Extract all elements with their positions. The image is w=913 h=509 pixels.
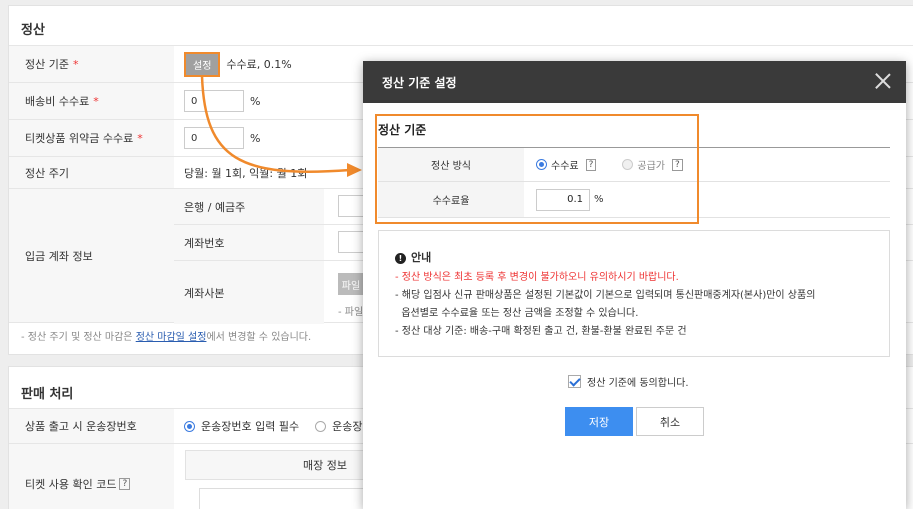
label-deposit-account: 입금 계좌 정보 — [25, 249, 93, 263]
method-supply-help[interactable]: ? — [672, 158, 683, 171]
invoice-required-label: 운송장번호 입력 필수 — [201, 420, 300, 433]
invoice-optional-label: 운송장 — [332, 420, 363, 433]
ticket-fee-unit: % — [250, 131, 261, 145]
file-hint: - 파일 — [338, 307, 364, 318]
settlement-setting-button[interactable]: 설정 — [184, 51, 221, 77]
notice-line: - 정산 방식은 최초 등록 후 변경이 불가하오니 유의하시기 바랍니다. — [395, 272, 679, 283]
invoice-optional-radio[interactable] — [315, 420, 327, 432]
required-mark: * — [137, 131, 143, 145]
info-icon: ! — [395, 252, 406, 264]
method-supply-radio[interactable] — [622, 159, 634, 170]
cancel-button[interactable]: 취소 — [636, 407, 704, 436]
required-mark: * — [93, 94, 99, 108]
notice-line: - 정산 대상 기준: 배송-구매 확정된 출고 건, 환불-환불 완료된 주문… — [395, 326, 687, 337]
shipping-fee-unit: % — [250, 94, 261, 108]
agree-label: 정산 기준에 동의합니다. — [587, 378, 689, 389]
label-ticket-fee: 티켓상품 위약금 수수료 — [25, 132, 134, 145]
modal-settings-table: 정산 방식 수수료 ? 공급가 ? 수수료율 0.1 % — [378, 147, 890, 218]
settlement-cycle-value: 당월: 월 1회, 익월: 월 1회 — [184, 166, 308, 180]
fee-rate-input[interactable]: 0.1 — [536, 188, 590, 211]
required-mark: * — [72, 57, 79, 71]
label-method: 정산 방식 — [378, 148, 524, 181]
agree-row: 정산 기준에 동의합니다. — [568, 374, 689, 389]
method-fee-help[interactable]: ? — [585, 158, 597, 171]
modal-row-rate: 수수료율 0.1 % — [378, 182, 890, 218]
method-fee-radio[interactable] — [536, 159, 547, 170]
invoice-required-radio[interactable] — [184, 420, 195, 432]
label-shipping-fee: 배송비 수수료 — [25, 95, 90, 108]
modal-section-title: 정산 기준 — [378, 123, 427, 137]
settlement-basis-value: 수수료, 0.1% — [226, 58, 292, 71]
label-settlement-cycle: 정산 주기 — [25, 166, 69, 180]
notice-line: - 해당 입점사 신규 판매상품은 설정된 기본값이 기본으로 입력되며 통신판… — [395, 290, 816, 301]
modal-header: 정산 기준 설정 — [363, 61, 906, 103]
store-info-input[interactable] — [199, 488, 379, 509]
label-settlement-basis: 정산 기준 — [25, 58, 69, 71]
label-rate: 수수료율 — [378, 182, 524, 217]
label-account-copy: 계좌사본 — [174, 261, 324, 324]
method-supply-label: 공급가 — [637, 161, 665, 172]
settlement-basis-modal: 정산 기준 설정 정산 기준 정산 방식 수수료 ? 공급가 ? 수수료율 0.… — [363, 61, 906, 509]
section-title-settlement: 정산 — [21, 23, 45, 38]
notice-line: 옵션별로 수수료율 또는 정산 금액을 조정할 수 있습니다. — [395, 308, 639, 319]
settlement-close-date-link[interactable]: 정산 마감일 설정 — [136, 332, 207, 343]
file-upload-button[interactable]: 파일 — [338, 273, 364, 295]
close-icon[interactable] — [874, 72, 892, 90]
ticket-code-help[interactable]: ? — [119, 477, 131, 490]
ticket-fee-input[interactable]: 0 — [184, 127, 244, 149]
fee-rate-unit: % — [594, 194, 604, 205]
modal-title: 정산 기준 설정 — [382, 75, 457, 90]
check-icon[interactable] — [568, 375, 581, 388]
save-button[interactable]: 저장 — [565, 407, 633, 436]
modal-row-method: 정산 방식 수수료 ? 공급가 ? — [378, 148, 890, 182]
section-title-sales: 판매 처리 — [21, 387, 74, 402]
shipping-fee-input[interactable]: 0 — [184, 90, 244, 112]
label-invoice: 상품 출고 시 운송장번호 — [25, 420, 137, 433]
notice-box: ! 안내 - 정산 방식은 최초 등록 후 변경이 불가하오니 유의하시기 바랍… — [378, 230, 890, 357]
notice-title: 안내 — [411, 251, 432, 264]
label-bank: 은행 / 예금주 — [174, 189, 324, 224]
label-ticket-code: 티켓 사용 확인 코드 — [25, 477, 117, 491]
label-account-number: 계좌번호 — [174, 225, 324, 260]
method-fee-label: 수수료 — [551, 161, 579, 172]
settlement-footnote: - 정산 주기 및 정산 마감은 정산 마감일 설정에서 변경할 수 있습니다. — [21, 332, 312, 343]
